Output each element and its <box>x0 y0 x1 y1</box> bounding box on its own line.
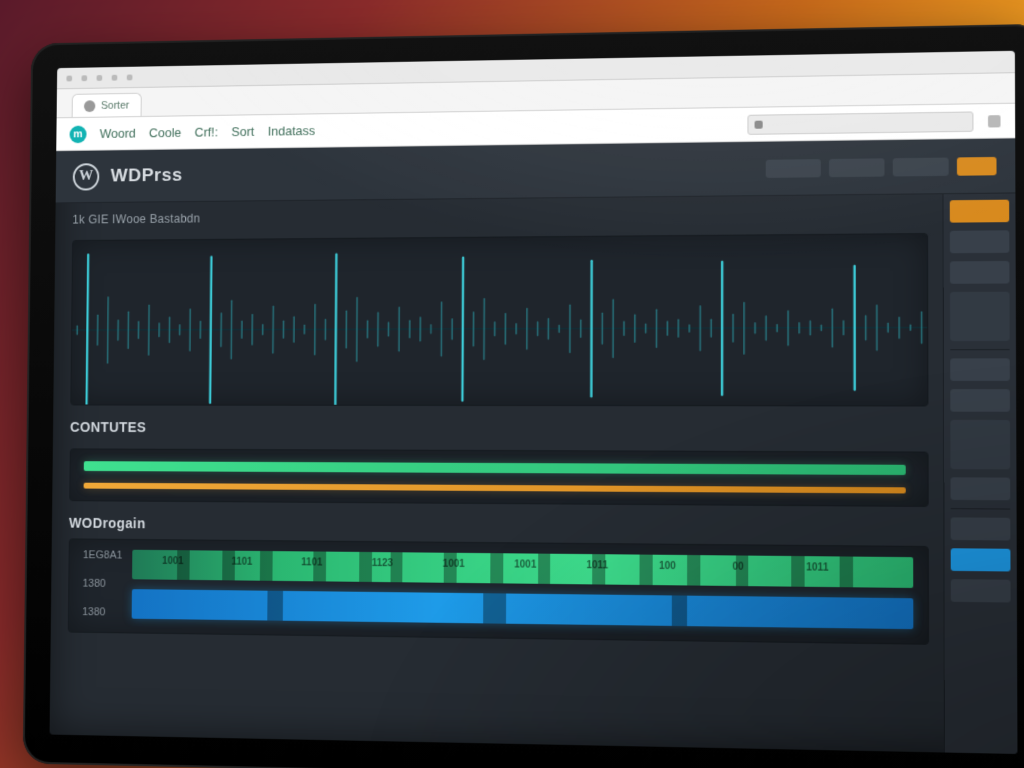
laptop-frame: Sorter m Woord Coole Crf!: Sort Indatass… <box>23 24 1024 768</box>
track-segment-label: 1011 <box>806 562 828 573</box>
sidebar-divider <box>950 349 1010 350</box>
track-segment-label: 1001 <box>443 559 465 570</box>
nav-link[interactable]: Crf!: <box>195 125 219 140</box>
header-pill[interactable] <box>829 158 885 177</box>
right-sidebar <box>942 193 1017 754</box>
sidebar-cell[interactable] <box>951 579 1011 602</box>
site-favicon-icon: m <box>69 125 86 143</box>
os-menu-icon <box>127 74 133 80</box>
os-menu-icon <box>112 74 118 80</box>
tick-label: 1380 <box>82 606 120 618</box>
timeline-section: WODrogain 1EG8A1 1380 1380 1001110111011… <box>68 515 929 645</box>
track-segment-label: 1123 <box>372 558 393 569</box>
sidebar-cell[interactable] <box>950 358 1010 381</box>
os-menu-icon <box>66 75 72 81</box>
sidebar-cell[interactable] <box>950 230 1010 253</box>
track-segment-label: 100 <box>659 561 676 572</box>
page-subtitle: 1k GIE IWooe Bastabdn <box>72 205 928 227</box>
main-column: 1k GIE IWooe Bastabdn CONTUTES WODrogain <box>50 194 944 752</box>
nav-link[interactable]: Coole <box>149 125 181 140</box>
laptop-bezel: Sorter m Woord Coole Crf!: Sort Indatass… <box>23 24 1024 768</box>
browser-tab[interactable]: Sorter <box>72 93 142 117</box>
browser-menu-icon[interactable] <box>988 115 1001 127</box>
timeline-track-green[interactable]: 1001 1101 1101 1123 1001 1001 1011 100 00 1011 <box>132 550 913 588</box>
sidebar-cell-blue[interactable] <box>951 548 1011 571</box>
lock-icon <box>755 120 763 128</box>
timeline-track-blue[interactable] <box>132 589 914 629</box>
track-segment-label: 1101 <box>301 557 322 568</box>
progress-bar-green[interactable] <box>84 461 906 475</box>
screen: Sorter m Woord Coole Crf!: Sort Indatass… <box>50 51 1018 754</box>
app-title: WDPrss <box>110 165 182 187</box>
track-segment-label: 1011 <box>586 560 608 571</box>
sidebar-cell[interactable] <box>950 389 1010 412</box>
sidebar-cell[interactable] <box>950 477 1010 500</box>
track-segment-label: 1001 <box>162 556 183 567</box>
waveform-panel[interactable] <box>70 233 928 406</box>
tab-favicon-icon <box>84 100 95 112</box>
track-segment-label: 1001 <box>514 559 536 570</box>
tab-label: Sorter <box>101 99 129 111</box>
track-segment-label: 1101 <box>231 557 252 568</box>
progress-bar-orange[interactable] <box>84 483 907 494</box>
os-menu-icon <box>81 75 87 81</box>
sidebar-cell-accent[interactable] <box>950 200 1009 223</box>
header-pill[interactable] <box>893 157 949 176</box>
track-segment-label: 00 <box>732 562 743 573</box>
nav-link[interactable]: Woord <box>100 126 136 141</box>
timeline-panel: 1EG8A1 1380 1380 10011101110111231001100… <box>68 538 929 644</box>
sidebar-cell[interactable] <box>950 261 1010 284</box>
sidebar-cell[interactable] <box>951 517 1011 540</box>
address-bar[interactable] <box>747 111 973 134</box>
os-menu-icon <box>97 75 103 81</box>
tick-label: 1EG8A1 <box>83 549 121 561</box>
tick-label: 1380 <box>82 578 120 590</box>
section-label-contures: CONTUTES <box>70 419 929 437</box>
nav-link[interactable]: Sort <box>231 124 254 139</box>
sidebar-divider <box>951 508 1011 509</box>
timeline-y-ticks: 1EG8A1 1380 1380 <box>82 549 121 618</box>
header-pill[interactable] <box>766 159 821 178</box>
progress-panel <box>69 448 928 507</box>
header-pill-accent[interactable] <box>957 156 997 175</box>
nav-link[interactable]: Indatass <box>268 123 316 138</box>
wordpress-logo-icon: W <box>73 163 100 190</box>
timeline-tracks: 1001 1101 1101 1123 1001 1001 1011 100 00 1011 <box>132 550 914 629</box>
section-label-wodrogain: WODrogain <box>69 515 929 538</box>
header-actions <box>766 156 997 177</box>
waveform-svg <box>71 234 927 406</box>
sidebar-cell[interactable] <box>950 292 1010 341</box>
sidebar-cell[interactable] <box>950 420 1010 470</box>
app-body: 1k GIE IWooe Bastabdn CONTUTES WODrogain <box>50 193 1018 754</box>
